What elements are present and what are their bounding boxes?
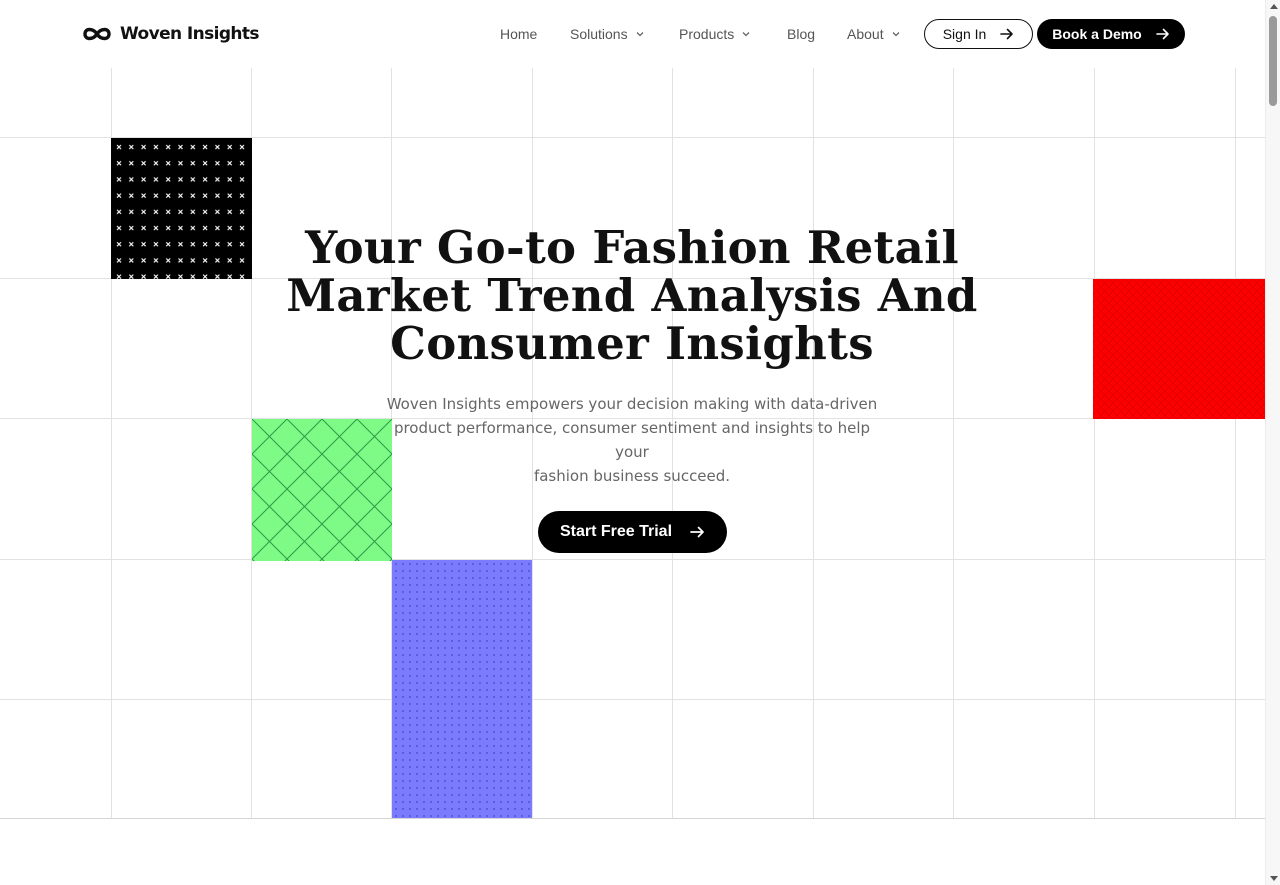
brand-name: Woven Insights <box>120 24 260 44</box>
scroll-up-arrow[interactable] <box>1270 4 1278 9</box>
site-header: Woven Insights Home Solutions Products B… <box>0 0 1265 68</box>
scroll-down-arrow[interactable] <box>1270 876 1278 881</box>
arrow-right-icon <box>1000 28 1014 40</box>
chevron-down-icon <box>892 32 900 37</box>
nav-products-label: Products <box>679 26 735 42</box>
nav-home[interactable]: Home <box>500 26 537 42</box>
page-scrollbar[interactable] <box>1265 0 1280 885</box>
pattern-tile-red <box>1093 279 1265 419</box>
book-demo-label: Book a Demo <box>1052 26 1142 42</box>
pattern-tile-black <box>111 138 252 279</box>
nav-blog-label: Blog <box>787 26 816 42</box>
arrow-right-icon <box>690 526 704 538</box>
nav-solutions-label: Solutions <box>570 26 628 42</box>
start-free-trial-label: Start Free Trial <box>559 523 673 540</box>
chevron-down-icon <box>742 32 750 37</box>
woven-infinity-icon <box>83 27 111 41</box>
sign-in-button[interactable]: Sign In <box>924 19 1033 49</box>
nav-solutions[interactable]: Solutions <box>570 26 644 42</box>
nav-products[interactable]: Products <box>679 26 750 42</box>
brand-logo[interactable]: Woven Insights <box>81 22 260 46</box>
scrollbar-thumb[interactable] <box>1269 16 1277 106</box>
pattern-tile-green <box>252 419 392 561</box>
chevron-down-icon <box>636 32 644 37</box>
hero-grid <box>0 68 1265 819</box>
nav-about-label: About <box>847 26 884 42</box>
start-free-trial-button[interactable]: Start Free Trial <box>538 511 727 553</box>
nav-about[interactable]: About <box>847 26 900 42</box>
nav-home-label: Home <box>500 26 538 42</box>
sign-in-label: Sign In <box>942 26 987 42</box>
pattern-tile-blue <box>392 560 532 819</box>
arrow-right-icon <box>1155 28 1169 40</box>
book-demo-button[interactable]: Book a Demo <box>1037 19 1185 49</box>
hero-bottom-divider <box>0 818 1265 819</box>
nav-blog[interactable]: Blog <box>787 26 815 42</box>
